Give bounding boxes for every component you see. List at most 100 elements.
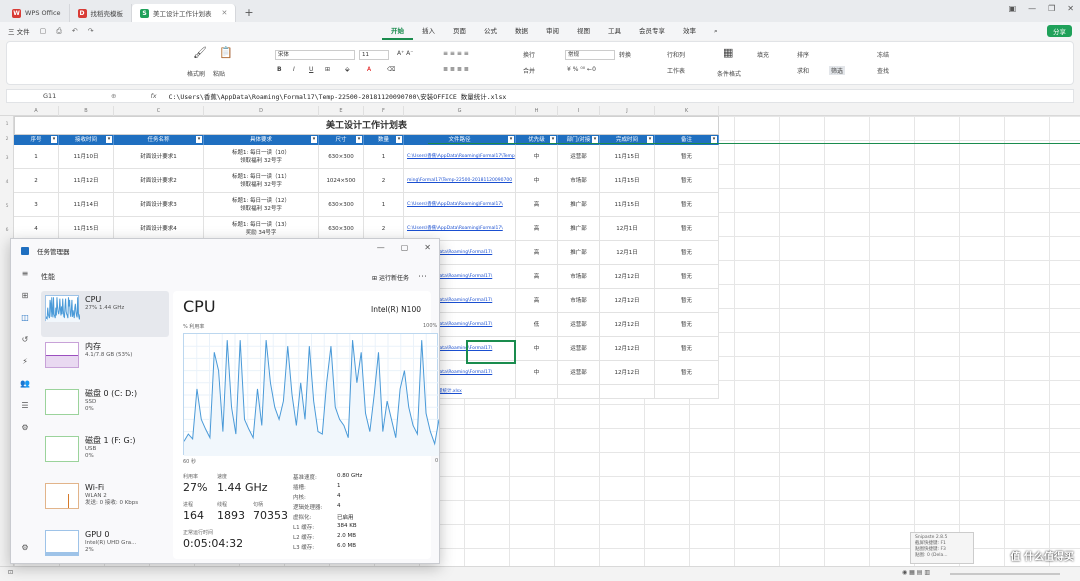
clear-format-icon[interactable]: ⌫ [387,66,395,73]
menu-efficiency[interactable]: 效率 [674,22,705,40]
tab-spreadsheet[interactable]: S 美工设计工作计划表 ✕ [132,4,237,22]
table-cell[interactable]: 暂无 [655,193,719,216]
table-cell[interactable]: 暂无 [655,337,719,360]
file-path-link[interactable]: C:\Users\香蕉\AppData\Roaming\Formal17\ [404,193,516,216]
selected-cell[interactable] [466,340,516,364]
table-cell[interactable]: 12月12日 [600,337,655,360]
convert-button[interactable]: 转换 [619,50,631,59]
table-cell[interactable]: 封面设计要求1 [114,145,204,168]
table-cell[interactable]: 11月15日 [59,217,114,240]
table-cell[interactable]: 1 [364,145,404,168]
table-cell[interactable]: 市场部 [558,169,600,192]
table-cell[interactable]: 运营部 [558,361,600,384]
table-cell[interactable]: 11月15日 [600,193,655,216]
name-box[interactable]: G11 [7,92,87,100]
close-icon[interactable]: ✕ [424,243,431,252]
zoom-slider[interactable] [950,573,1060,575]
column-title[interactable]: 序号 [14,135,59,145]
row-header[interactable]: 1 [0,122,14,127]
fx-icon[interactable]: fx [150,92,156,100]
menu-home[interactable]: 开始 [382,22,413,40]
device-memory[interactable]: 内存 4.1/7.8 GB (53%) [41,338,169,384]
column-header-c[interactable]: C [114,106,204,116]
table-cell[interactable]: 暂无 [655,241,719,264]
table-cell[interactable]: 运营部 [558,313,600,336]
share-button[interactable]: 分享 [1047,25,1072,37]
menu-tools[interactable]: 工具 [599,22,630,40]
table-cell[interactable]: 11月15日 [600,145,655,168]
users-icon[interactable]: 👥 [11,373,39,395]
table-cell[interactable]: 1 [14,145,59,168]
table-cell[interactable]: 封面设计要求4 [114,217,204,240]
more-options-icon[interactable]: ⋯ [418,272,427,282]
file-path-link[interactable]: C:\Users\香蕉\AppData\Roaming\Formal17\ [404,217,516,240]
table-cell[interactable]: 12月12日 [600,361,655,384]
view-mode-icon[interactable]: ◉ ▦ ▤ ▥ [902,569,930,576]
font-grow-icon[interactable]: A⁺ A⁻ [397,50,413,57]
hamburger-icon[interactable]: ≡ [11,263,39,285]
font-color-icon[interactable]: A [367,66,371,73]
table-cell[interactable]: 中 [516,145,558,168]
undo-icon[interactable]: ↶ [72,27,78,35]
conditional-format-button[interactable]: 条件格式 [717,69,741,78]
table-cell[interactable]: 12月12日 [600,289,655,312]
column-header-k[interactable]: K [655,106,719,116]
table-cell[interactable]: 运营部 [558,145,600,168]
percent-icon[interactable]: ¥ % ⁰⁰ ←0 [567,66,596,73]
table-cell[interactable]: 推广部 [558,241,600,264]
wrap-button[interactable]: 换行 [523,50,535,59]
table-cell[interactable]: 封面设计要求3 [114,193,204,216]
table-cell[interactable] [600,385,655,398]
file-path-link[interactable]: C:\Users\香蕉\AppData\Roaming\Formal17\Tem… [404,145,516,168]
table-cell[interactable]: 630×300 [319,145,364,168]
table-cell[interactable]: 11月15日 [600,169,655,192]
print-icon[interactable]: ⎙ [56,27,62,36]
column-header-e[interactable]: E [319,106,364,116]
requirement-cell[interactable]: 标题1: 每日一读（10） 领取福利 32号字 [204,145,319,168]
table-cell[interactable]: 2 [14,169,59,192]
close-tab-icon[interactable]: ✕ [222,9,228,17]
conditional-format-icon[interactable]: ▦ [723,46,733,59]
table-cell[interactable]: 高 [516,289,558,312]
requirement-cell[interactable]: 标题1: 每日一读（12） 领取福利 32号字 [204,193,319,216]
minimize-icon[interactable]: — [377,243,385,252]
column-header-f[interactable]: F [364,106,404,116]
table-cell[interactable]: 12月12日 [600,265,655,288]
tab-wps-office[interactable]: W WPS Office [4,4,70,22]
underline-icon[interactable]: U [309,66,313,73]
fill-color-icon[interactable]: ⬙ [345,66,350,73]
table-cell[interactable]: 高 [516,241,558,264]
zoom-icon[interactable]: ⊕ [111,92,116,100]
table-cell[interactable]: 11月14日 [59,193,114,216]
table-cell[interactable]: 高 [516,265,558,288]
table-cell[interactable]: 高 [516,193,558,216]
table-cell[interactable]: 中 [516,337,558,360]
table-cell[interactable]: 暂无 [655,265,719,288]
table-cell[interactable] [516,385,558,398]
table-cell[interactable]: 市场部 [558,265,600,288]
requirement-cell[interactable]: 标题1: 每日一读（11） 领取福利 32号字 [204,169,319,192]
table-cell[interactable]: 运营部 [558,337,600,360]
services-icon[interactable]: ⚙ [11,417,39,439]
find-button[interactable]: 查找 [877,66,889,75]
menu-formula[interactable]: 公式 [475,22,506,40]
format-painter-button[interactable]: 格式刷 [187,69,205,78]
requirement-cell[interactable]: 标题1: 每日一读（13） 奖励 34号字 [204,217,319,240]
formula-input[interactable]: C:\Users\香蕉\AppData\Roaming\Formal17\Tem… [169,91,507,101]
menu-data[interactable]: 数据 [506,22,537,40]
align-left-icon[interactable]: ≣ ≣ ≣ ≣ [443,66,469,73]
column-title[interactable]: 任务名称 [114,135,204,145]
file-menu[interactable]: 三 文件 [8,26,30,36]
paste-icon[interactable]: 📋 [219,46,233,59]
minimize-icon[interactable]: — [1028,4,1036,13]
menu-view[interactable]: 视图 [568,22,599,40]
merge-button[interactable]: 合并 [523,66,535,75]
processes-icon[interactable]: ⊞ [11,285,39,307]
table-cell[interactable]: 推广部 [558,217,600,240]
search-icon[interactable]: ⌕ [705,22,727,40]
column-header-h[interactable]: H [516,106,558,116]
worksheet-button[interactable]: 工作表 [667,66,685,75]
menu-insert[interactable]: 插入 [413,22,444,40]
table-cell[interactable]: 暂无 [655,313,719,336]
sheet-nav-icon[interactable]: ⊡ [8,569,13,576]
